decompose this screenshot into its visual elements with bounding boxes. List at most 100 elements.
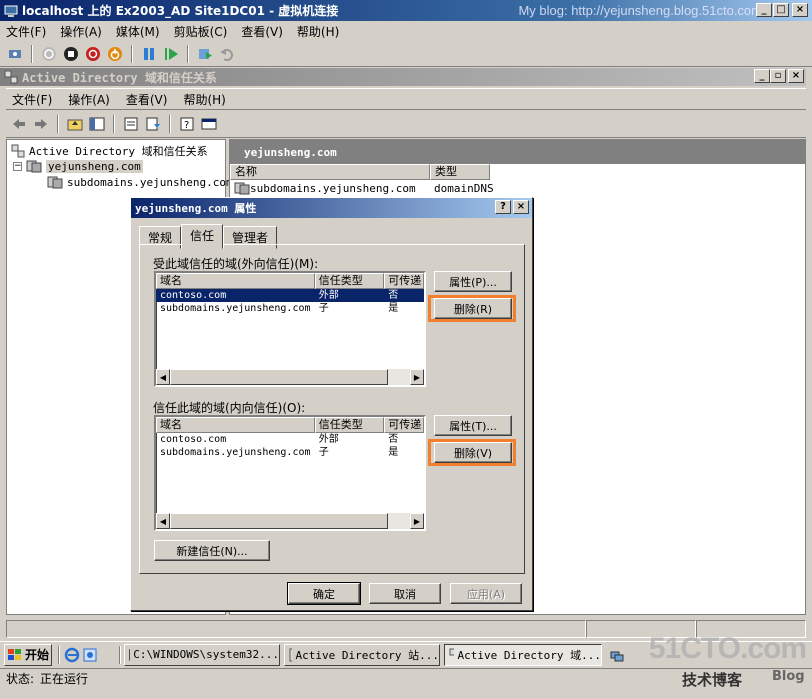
ad-menu-action[interactable]: 操作(A) xyxy=(68,91,110,108)
ie-quicklaunch-icon[interactable] xyxy=(63,646,81,664)
shutdown-icon[interactable] xyxy=(84,45,102,63)
pause-icon[interactable] xyxy=(140,45,158,63)
cancel-button[interactable]: 取消 xyxy=(369,583,441,604)
ctrl-alt-del-icon[interactable] xyxy=(6,45,24,63)
vm-menu-view[interactable]: 查看(V) xyxy=(241,23,283,40)
help-icon[interactable]: ? xyxy=(178,115,196,133)
vm-menu-bar: 文件(F) 操作(A) 媒体(M) 剪贴板(C) 查看(V) 帮助(H) xyxy=(0,21,812,41)
turn-off-icon[interactable] xyxy=(62,45,80,63)
status-label: 状态: xyxy=(6,672,35,686)
list-item-type: domainDNS xyxy=(434,181,494,195)
vm-menu-help[interactable]: 帮助(H) xyxy=(297,23,339,40)
incoming-trusts-label: 信任此域的域(内向信任)(O): xyxy=(153,401,306,415)
outgoing-remove-button[interactable]: 删除(R) xyxy=(434,298,512,319)
ok-button[interactable]: 确定 xyxy=(287,582,361,605)
incoming-trusts-list[interactable]: 域名 信任类型 可传递 contoso.com 外部 否 subdomains.… xyxy=(154,415,426,531)
watermark-blog: Blog xyxy=(772,669,805,684)
collapse-toggle-icon[interactable]: − xyxy=(13,161,22,171)
start-icon[interactable] xyxy=(40,45,58,63)
vm-toolbar xyxy=(0,41,812,67)
horizontal-scrollbar[interactable]: ◀ ▶ xyxy=(156,369,424,385)
row-transitive: 是 xyxy=(388,447,399,458)
resume-icon[interactable] xyxy=(162,45,180,63)
row-trust-type: 外部 xyxy=(318,434,339,445)
ad-menu-view[interactable]: 查看(V) xyxy=(126,91,168,108)
row-trust-type: 子 xyxy=(318,447,329,458)
column-domain[interactable]: 域名 xyxy=(156,417,315,433)
forward-arrow-icon[interactable] xyxy=(32,115,50,133)
properties-dialog: yejunsheng.com 属性 ? × 常规 信任 管理者 受此域信任的域(… xyxy=(130,197,533,611)
incoming-properties-button[interactable]: 属性(T)... xyxy=(434,415,512,436)
tree-domain[interactable]: − yejunsheng.com xyxy=(13,159,143,173)
incoming-column-headers: 域名 信任类型 可传递 xyxy=(156,417,424,433)
task-ad-domains[interactable]: Active Directory 域... xyxy=(444,643,602,666)
ad-domains-icon xyxy=(4,70,18,84)
tray-network-icon[interactable] xyxy=(608,646,626,664)
task-cmd[interactable]: C: C:\WINDOWS\system32... xyxy=(124,643,280,666)
svg-text:?: ? xyxy=(184,120,189,131)
scroll-right-icon[interactable]: ▶ xyxy=(410,513,424,529)
ad-menu-bar: 文件(F) 操作(A) 查看(V) 帮助(H) xyxy=(6,88,806,110)
scroll-right-icon[interactable]: ▶ xyxy=(410,369,424,385)
column-trust-type[interactable]: 信任类型 xyxy=(314,273,385,289)
column-transitive[interactable]: 可传递 xyxy=(384,273,424,289)
column-type[interactable]: 类型 xyxy=(430,164,490,180)
row-trust-type: 子 xyxy=(318,303,329,314)
start-button[interactable]: 开始 xyxy=(4,643,52,666)
console-icon[interactable] xyxy=(200,115,218,133)
table-row[interactable]: contoso.com 外部 否 xyxy=(156,433,424,446)
scroll-thumb[interactable] xyxy=(170,369,388,385)
outgoing-trusts-list[interactable]: 域名 信任类型 可传递 contoso.com 外部 否 subdomains.… xyxy=(154,271,426,387)
apply-button[interactable]: 应用(A) xyxy=(450,583,522,604)
maximize-button[interactable]: □ xyxy=(773,3,789,17)
ad-restore-button[interactable]: ▫ xyxy=(770,69,786,83)
row-domain: subdomains.yejunsheng.com xyxy=(160,303,311,314)
close-button[interactable]: × xyxy=(792,3,808,17)
toolbar-separator xyxy=(187,44,189,63)
list-item[interactable]: subdomains.yejunsheng.com domainDNS xyxy=(230,180,805,196)
table-row[interactable]: contoso.com 外部 否 xyxy=(156,289,424,302)
dialog-help-button[interactable]: ? xyxy=(495,200,511,214)
vm-menu-file[interactable]: 文件(F) xyxy=(6,23,46,40)
column-domain[interactable]: 域名 xyxy=(156,273,315,289)
ad-menu-help[interactable]: 帮助(H) xyxy=(183,91,225,108)
incoming-remove-button[interactable]: 删除(V) xyxy=(434,442,512,463)
ad-menu-file[interactable]: 文件(F) xyxy=(12,91,52,108)
start-label: 开始 xyxy=(25,648,50,662)
ad-minimize-button[interactable]: _ xyxy=(754,69,770,83)
tree-root[interactable]: Active Directory 域和信任关系 xyxy=(11,143,208,159)
column-name[interactable]: 名称 xyxy=(230,164,430,180)
horizontal-scrollbar[interactable]: ◀ ▶ xyxy=(156,513,424,529)
windows-logo-icon xyxy=(8,648,21,660)
new-trust-button[interactable]: 新建信任(N)... xyxy=(154,540,270,561)
ad-close-button[interactable]: × xyxy=(788,69,804,83)
show-tree-icon[interactable] xyxy=(88,115,106,133)
scroll-left-icon[interactable]: ◀ xyxy=(156,513,170,529)
task-ad-sites[interactable]: Active Directory 站... xyxy=(284,643,440,666)
snapshot-icon[interactable] xyxy=(196,45,214,63)
task-ad-domains-label: Active Directory 域... xyxy=(457,648,601,662)
column-trust-type[interactable]: 信任类型 xyxy=(314,417,385,433)
scroll-thumb[interactable] xyxy=(170,513,388,529)
vm-menu-clipboard[interactable]: 剪贴板(C) xyxy=(174,23,228,40)
outgoing-properties-button[interactable]: 属性(P)... xyxy=(434,271,512,292)
vm-menu-action[interactable]: 操作(A) xyxy=(60,23,102,40)
revert-icon[interactable] xyxy=(218,45,236,63)
table-row[interactable]: subdomains.yejunsheng.com 子 是 xyxy=(156,446,424,459)
export-list-icon[interactable] xyxy=(144,115,162,133)
vm-menu-media[interactable]: 媒体(M) xyxy=(116,23,160,40)
table-row[interactable]: subdomains.yejunsheng.com 子 是 xyxy=(156,302,424,315)
dialog-close-button[interactable]: × xyxy=(513,200,529,214)
ad-sites-icon xyxy=(289,648,292,661)
column-transitive[interactable]: 可传递 xyxy=(384,417,424,433)
explorer-quicklaunch-icon[interactable] xyxy=(81,646,99,664)
domain-icon xyxy=(234,182,250,195)
minimize-button[interactable]: _ xyxy=(756,3,772,17)
scroll-left-icon[interactable]: ◀ xyxy=(156,369,170,385)
tab-trusts[interactable]: 信任 xyxy=(181,224,224,249)
tree-child-domain[interactable]: subdomains.yejunsheng.com xyxy=(47,175,233,189)
back-arrow-icon[interactable] xyxy=(10,115,28,133)
power-icon[interactable] xyxy=(106,45,124,63)
up-folder-icon[interactable] xyxy=(66,115,84,133)
properties-icon[interactable] xyxy=(122,115,140,133)
